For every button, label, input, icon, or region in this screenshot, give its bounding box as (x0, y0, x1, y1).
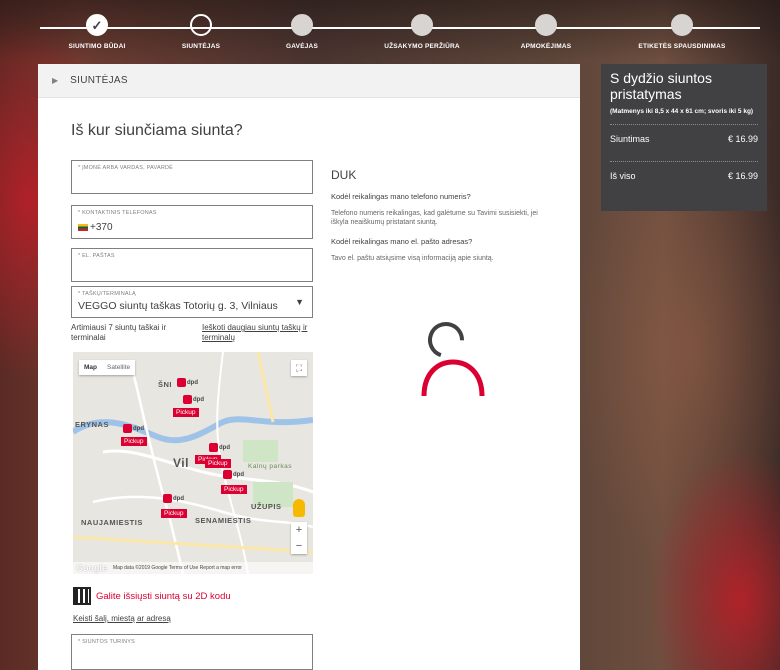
map-label-vil: Vil (173, 456, 189, 470)
step-siuntimo-budai[interactable]: ✓ Siuntimo būdai (42, 14, 152, 50)
person-icon (421, 322, 485, 397)
shipping-label: Siuntimas (610, 134, 650, 144)
step-label: Etiketės spausdinimas (638, 43, 726, 50)
step-current-icon (190, 14, 212, 36)
step-label: Užsakymo peržiūra (384, 43, 460, 50)
phone-field[interactable]: * Kontaktinis telefonas +370 (71, 205, 313, 239)
dpd-logo-icon (209, 443, 218, 452)
map-footer: Google Map data ©2019 Google Terms of Us… (73, 562, 313, 574)
order-summary: S dydžio siuntos pristatymas (Matmenys i… (601, 64, 767, 211)
total-label: Iš viso (610, 171, 636, 181)
dpd-logo-icon (123, 424, 132, 433)
pickup-marker[interactable]: Pickup (121, 437, 147, 446)
shipping-value: € 16.99 (727, 134, 758, 144)
faq-question-2: Kodėl reikalingas mano el. pašto adresas… (331, 237, 473, 246)
step-siuntejas: Siuntėjas (146, 14, 256, 50)
map-label-uzupis: UŽUPIS (251, 502, 282, 511)
map-type-map[interactable]: Map (79, 360, 102, 375)
search-more-points-link[interactable]: Ieškoti daugiau siuntų taškų ir terminal… (202, 323, 317, 343)
step-label: Gavėjas (286, 43, 318, 50)
company-field[interactable]: * Įmonė arba vardas, pavardė (71, 160, 313, 194)
fullscreen-icon[interactable]: ⛶ (291, 360, 307, 376)
step-label: Apmokėjimas (520, 43, 572, 50)
phone-value-wrap: +370 (78, 222, 113, 233)
map-attribution[interactable]: Map data ©2019 Google Terms of Use Repor… (113, 565, 242, 571)
summary-title: S dydžio siuntos pristatymas (610, 70, 712, 102)
summary-dimensions: (Matmenys iki 8,5 x 44 x 61 cm; svoris i… (610, 108, 754, 115)
email-label: * El. paštas (78, 253, 115, 259)
faq-question-1: Kodėl reikalingas mano telefono numeris? (331, 192, 471, 201)
caret-right-icon: ▶ (52, 76, 59, 85)
parcel-content-field[interactable]: * Siuntos turinys (71, 634, 313, 670)
pickup-marker[interactable]: Pickup (221, 485, 247, 494)
faq-title: DUK (331, 168, 357, 182)
divider (610, 124, 758, 125)
map-label-sni: ŠNI (158, 380, 173, 389)
shipping-row: Siuntimas € 16.99 (610, 134, 758, 144)
dpd-pin[interactable]: dpd (163, 494, 184, 503)
content-label: * Siuntos turinys (78, 639, 135, 645)
dpd-pin[interactable]: dpd (223, 470, 244, 479)
terminal-value: VEGGO siuntų taškas Totorių g. 3, Vilnia… (78, 300, 278, 312)
step-label: Siuntėjas (181, 43, 221, 50)
zoom-control: + − (291, 522, 307, 554)
pickup-marker[interactable]: Pickup (173, 408, 199, 417)
zoom-out-button[interactable]: − (291, 538, 307, 554)
dpd-pin[interactable]: dpd (177, 378, 198, 387)
street-view-pegman-icon[interactable] (293, 499, 305, 517)
total-value: € 16.99 (727, 171, 758, 181)
step-todo-icon (411, 14, 433, 36)
map-label-naujamiestis: NAUJAMIESTIS (81, 518, 143, 527)
lithuania-flag-icon (78, 223, 88, 231)
progress-steps: ✓ Siuntimo būdai Siuntėjas Gavėjas Užsak… (40, 0, 760, 60)
step-label: Siuntimo būdai (68, 43, 126, 50)
nearest-points-text: Artimiausi 7 siuntų taškai ir terminalai (71, 323, 167, 342)
phone-label: * Kontaktinis telefonas (78, 210, 157, 216)
page-question: Iš kur siunčiama siunta? (71, 122, 243, 139)
terminal-select[interactable]: * Taškų/terminalą VEGGO siuntų taškas To… (71, 286, 313, 318)
dpd-pin[interactable]: dpd (123, 424, 144, 433)
faq-answer-1: Telefono numeris reikalingas, kad galėtu… (331, 210, 538, 226)
step-done-icon: ✓ (86, 14, 108, 36)
step-todo-icon (671, 14, 693, 36)
pickup-map[interactable]: Map Satellite ⛶ ŠNI ERYNAS Vil UŽUPIS NA… (73, 352, 313, 574)
faq-answer-2: Tavo el. paštu atsiųsime visą informacij… (331, 255, 494, 262)
pickup-marker[interactable]: Pickup (205, 459, 231, 468)
google-logo: Google (76, 563, 107, 573)
section-title: SIUNTĖJAS (70, 75, 128, 86)
company-label: * Įmonė arba vardas, pavardė (78, 165, 174, 171)
qr-code-text[interactable]: Galite išsiųsti siuntą su 2D kodu (96, 591, 231, 602)
pickup-marker[interactable]: Pickup (161, 509, 187, 518)
section-header[interactable]: ▶ SIUNTĖJAS (38, 64, 580, 98)
dpd-logo-icon (163, 494, 172, 503)
total-row: Iš viso € 16.99 (610, 171, 758, 181)
step-apmokejimas: Apmokėjimas (491, 14, 601, 50)
step-gavejas: Gavėjas (247, 14, 357, 50)
dpd-logo-icon (183, 395, 192, 404)
step-todo-icon (535, 14, 557, 36)
faq-panel: DUK Kodėl reikalingas mano telefono nume… (331, 168, 556, 273)
dpd-pin[interactable]: dpd (209, 443, 230, 452)
map-label-senamiestis: SENAMIESTIS (195, 516, 252, 525)
step-uzsakymo-perziura: Užsakymo peržiūra (367, 14, 477, 50)
map-label-erynas: ERYNAS (75, 420, 109, 429)
zoom-in-button[interactable]: + (291, 522, 307, 538)
change-location-link[interactable]: Keisti šalį, miestą ar adresą (73, 614, 171, 623)
dpd-pin[interactable]: dpd (183, 395, 204, 404)
step-etiketes-spausdinimas: Etiketės spausdinimas (627, 14, 737, 50)
phone-value: +370 (90, 222, 113, 233)
dpd-logo-icon (177, 378, 186, 387)
map-label-kalnu: Kalnų parkas (248, 463, 292, 470)
step-todo-icon (291, 14, 313, 36)
qr-code-icon (73, 587, 91, 605)
map-type-control: Map Satellite (79, 360, 136, 375)
dpd-logo-icon (223, 470, 232, 479)
map-type-satellite[interactable]: Satellite (102, 360, 135, 375)
email-field[interactable]: * El. paštas (71, 248, 313, 282)
terminal-label: * Taškų/terminalą (78, 291, 136, 297)
dropdown-arrow-icon: ▼ (295, 297, 304, 307)
divider (610, 161, 758, 162)
sender-card: ▶ SIUNTĖJAS Iš kur siunčiama siunta? * Į… (38, 64, 580, 670)
